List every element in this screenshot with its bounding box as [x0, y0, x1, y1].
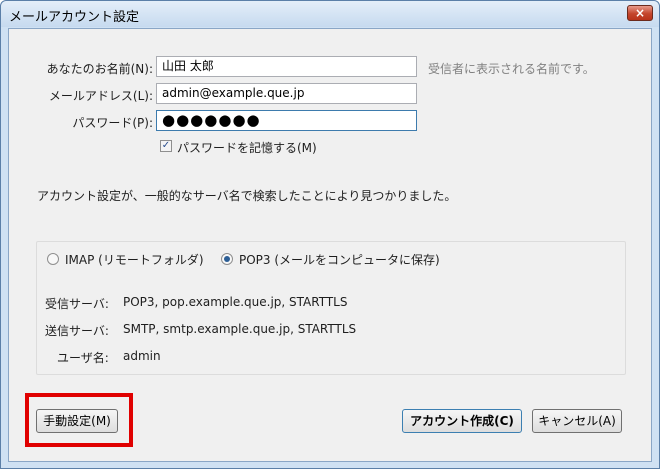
checkmark-icon: ✓	[161, 140, 171, 151]
close-button[interactable]: ×	[627, 5, 653, 21]
server-settings-group: IMAP (リモートフォルダ) POP3 (メールをコンピュータに保存) 受信サ…	[36, 241, 626, 375]
status-message: アカウント設定が、一般的なサーバ名で検索したことにより見つかりました。	[37, 189, 457, 203]
name-label: あなたのお名前(N):	[46, 62, 153, 76]
incoming-server-value: POP3, pop.example.que.jp, STARTTLS	[123, 295, 348, 309]
dialog-window: メールアカウント設定 × あなたのお名前(N): 山田 太郎 受信者に表示される…	[0, 0, 660, 469]
email-label: メールアドレス(L):	[48, 89, 153, 103]
incoming-server-label: 受信サーバ:	[45, 297, 109, 311]
username-label: ユーザ名:	[57, 351, 109, 365]
password-label: パスワード(P):	[72, 116, 153, 130]
window-title: メールアカウント設定	[9, 10, 140, 25]
email-field[interactable]: admin@example.que.jp	[156, 83, 417, 104]
manual-config-button[interactable]: 手動設定(M)	[36, 409, 118, 433]
name-hint: 受信者に表示される名前です。	[428, 62, 595, 76]
cancel-button[interactable]: キャンセル(A)	[532, 409, 622, 433]
remember-password-checkbox[interactable]: ✓	[160, 140, 172, 152]
outgoing-server-label: 送信サーバ:	[45, 324, 109, 338]
pop3-radio[interactable]	[221, 253, 233, 265]
pop3-label[interactable]: POP3 (メールをコンピュータに保存)	[239, 251, 440, 268]
remember-password-label[interactable]: パスワードを記憶する(M)	[177, 139, 317, 156]
imap-label[interactable]: IMAP (リモートフォルダ)	[65, 251, 204, 268]
title-bar[interactable]: メールアカウント設定 ×	[1, 1, 659, 27]
name-field[interactable]: 山田 太郎	[156, 56, 417, 77]
create-account-button[interactable]: アカウント作成(C)	[402, 409, 522, 433]
outgoing-server-value: SMTP, smtp.example.que.jp, STARTTLS	[123, 322, 357, 336]
username-value: admin	[123, 349, 161, 363]
imap-radio[interactable]	[47, 253, 59, 265]
close-icon: ×	[634, 6, 646, 20]
password-field[interactable]: ●●●●●●●	[156, 110, 417, 131]
